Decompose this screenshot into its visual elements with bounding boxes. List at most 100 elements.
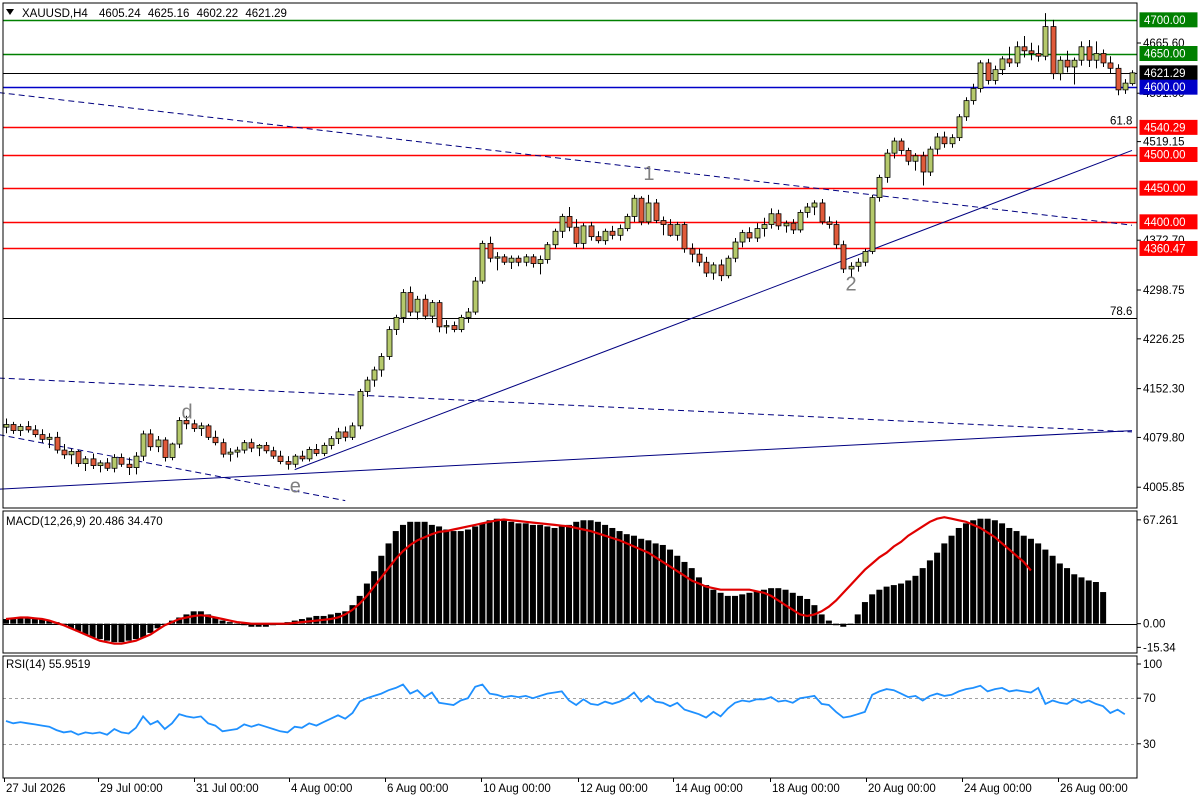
bull-candle [552,230,559,246]
bull-candle [1057,59,1064,75]
macd-bar [457,531,464,624]
y-tick-label: 4226.25 [1143,334,1185,346]
bear-candle [451,325,458,330]
bull-candle [479,242,486,282]
y-tick-label: 4298.75 [1143,285,1185,297]
macd-bar [825,620,832,624]
macd-bar [443,529,450,624]
macd-bar [703,585,710,624]
bear-candle [10,424,17,431]
bull-candle [169,443,176,458]
bear-candle [270,450,277,457]
bull-candle [256,444,263,449]
y-tick-label: 4005.85 [1143,482,1185,494]
macd-bar [508,521,515,624]
x-tick-label: 31 Jul 00:00 [196,783,259,795]
rsi-panel [3,683,1137,745]
macd-bar [544,526,551,624]
bear-candle [1028,50,1035,54]
macd-bar [876,589,883,624]
macd-bar [219,620,226,624]
bear-candle [775,213,782,227]
macd-bar [681,561,688,624]
x-tick-label: 29 Jul 00:00 [100,783,163,795]
macd-bar [125,623,132,641]
bull-candle [811,202,818,208]
level-price-label: 4500.00 [1144,150,1186,162]
macd-bar [1071,574,1078,624]
bull-candle [414,298,421,313]
macd-bar [414,521,421,624]
macd-bar [399,524,406,624]
bull-candle [544,244,551,260]
level-price-label: 4540.29 [1144,122,1186,134]
macd-bar [955,527,962,624]
bull-candle [241,442,248,451]
level-price-label: 4400.00 [1144,217,1186,229]
bear-candle [407,292,414,313]
dashed-trendline-upper [0,92,1133,226]
macd-bar [883,586,890,624]
bull-candle [949,137,956,145]
macd-bar [10,619,17,624]
bear-candle [790,222,797,231]
collapse-triangle-icon[interactable] [6,9,14,15]
bear-candle [25,426,32,431]
macd-bar [796,595,803,624]
bear-candle [638,197,645,223]
bull-candle [523,256,530,263]
bear-candle [898,140,905,151]
macd-bar [688,568,695,624]
macd-bar [739,594,746,624]
macd-bar [580,520,587,624]
macd-bar [479,523,486,624]
macd-bar [573,521,580,624]
macd-bar [1027,538,1034,624]
x-tick-label: 14 Aug 00:00 [675,783,743,795]
bull-candle [140,433,147,457]
rsi-y-tick-label: 30 [1143,739,1156,751]
macd-bar [111,623,118,643]
bear-candle [588,225,595,238]
fib-label: 78.6 [1110,306,1132,318]
bull-candle [82,458,89,464]
macd-bar [566,524,572,624]
bull-candle [1129,72,1136,85]
bull-candle [956,116,963,139]
macd-bar [1056,563,1063,624]
macd-bar [436,526,443,624]
bull-candle [891,140,898,154]
macd-bar [919,568,926,624]
bull-candle [732,241,739,259]
bull-candle [133,455,140,468]
bull-candle [537,259,544,264]
macd-bar [587,520,594,624]
bear-candle [696,253,703,263]
bear-candle [205,425,212,438]
bull-candle [783,222,790,227]
macd-panel [3,516,1137,645]
macd-bar [558,526,565,624]
y-tick-label: 4519.15 [1143,137,1185,149]
bull-candle [111,457,118,469]
wave-label: e [290,476,301,498]
macd-bar [1013,531,1020,624]
macd-bar [486,520,493,624]
macd-bar [493,518,500,624]
bull-candle [674,224,681,236]
bear-candle [313,449,320,454]
macd-bar [602,524,609,624]
chart: 27 Jul 2026 29 Jul 00:00 31 Jul 00:00 4 Aug… [0,2,1198,795]
bear-candle [667,224,674,236]
macd-bar [898,583,905,624]
macd-bar [1035,543,1042,624]
bear-candle [39,434,46,440]
bear-candle [595,236,602,242]
bull-candle [912,155,919,162]
bull-candle [17,426,24,431]
panel-frame-0 [2,2,1138,509]
bull-candle [710,264,717,274]
macd-bar [804,598,811,624]
bull-candle [68,451,75,456]
bear-candle [342,431,349,438]
